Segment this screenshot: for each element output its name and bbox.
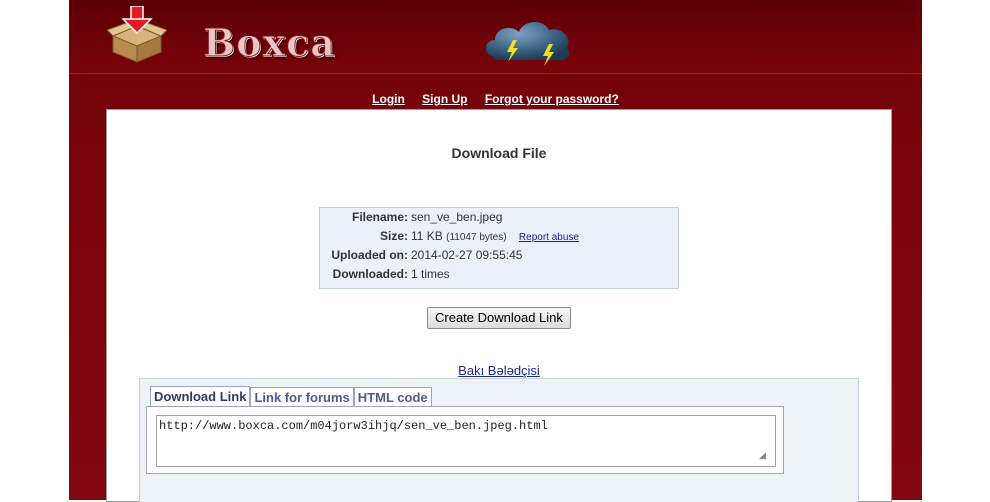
tab-body: http://www.boxca.com/m04jorw3ihjq/sen_ve…: [146, 406, 784, 474]
sponsored-link-text[interactable]: Bakı Bələdçisi: [458, 363, 540, 378]
size-label: Size:: [379, 229, 408, 243]
filename-row: Filename: sen_ve_ben.jpeg: [320, 210, 678, 229]
forgot-password-link[interactable]: Forgot your password?: [485, 92, 619, 106]
downloaded-label: Downloaded:: [332, 267, 408, 281]
size-value: 11 KB: [411, 229, 443, 243]
file-info-box: Filename: sen_ve_ben.jpeg Size: 11 KB (1…: [319, 207, 679, 289]
resize-grip-icon[interactable]: ◢: [759, 451, 781, 471]
tab-html-code[interactable]: HTML code: [353, 387, 432, 407]
page-title: Download File: [451, 145, 547, 161]
uploaded-row: Uploaded on: 2014-02-27 09:55:45: [320, 248, 678, 267]
filename-value: sen_ve_ben.jpeg: [411, 210, 503, 224]
size-bytes: (11047 bytes): [446, 232, 507, 243]
tab-link-for-forums[interactable]: Link for forums: [250, 387, 354, 407]
storm-cloud-icon: [485, 21, 570, 66]
logo[interactable]: Boxca: [107, 6, 335, 66]
main-content: Download File Filename: sen_ve_ben.jpeg …: [106, 109, 892, 502]
login-link[interactable]: Login: [372, 92, 405, 106]
box-download-icon: [107, 6, 167, 63]
download-link-textarea[interactable]: http://www.boxca.com/m04jorw3ihjq/sen_ve…: [156, 415, 776, 467]
tab-bar: Download Link Link for forums HTML code: [150, 386, 432, 407]
downloaded-value: 1 times: [411, 267, 450, 281]
tab-download-link[interactable]: Download Link: [150, 386, 251, 407]
header: Boxca: [69, 0, 922, 74]
sponsored-link: Bakı Bələdçisi: [107, 363, 891, 378]
downloaded-row: Downloaded: 1 times: [320, 267, 678, 286]
logo-text: Boxca: [203, 20, 336, 66]
create-download-link-button[interactable]: Create Download Link: [427, 307, 571, 329]
uploaded-label: Uploaded on:: [331, 248, 408, 262]
size-value-group: 11 KB (11047 bytes) Report abuse: [411, 229, 579, 243]
report-abuse-link[interactable]: Report abuse: [519, 232, 579, 243]
uploaded-value: 2014-02-27 09:55:45: [411, 248, 523, 262]
size-row: Size: 11 KB (11047 bytes) Report abuse: [320, 229, 678, 248]
filename-label: Filename:: [351, 210, 408, 224]
signup-link[interactable]: Sign Up: [422, 92, 467, 106]
account-nav: Login Sign Up Forgot your password?: [69, 92, 922, 106]
link-tabs-panel: Download Link Link for forums HTML code ht…: [139, 378, 859, 502]
page-frame: Boxca Login Sign Up Forgot your password…: [69, 0, 922, 502]
